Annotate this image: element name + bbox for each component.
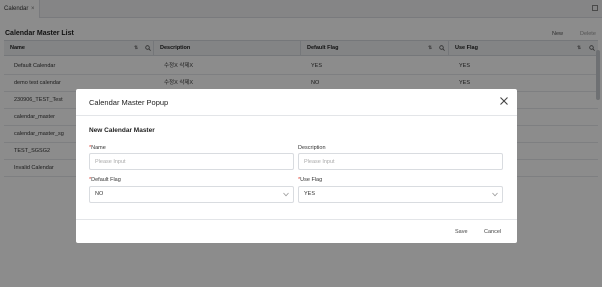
modal-title: Calendar Master Popup bbox=[89, 98, 169, 107]
cancel-button[interactable]: Cancel bbox=[484, 229, 501, 235]
default-flag-select[interactable]: NO bbox=[89, 186, 294, 203]
default-flag-label: *Default Flag bbox=[89, 177, 121, 183]
name-label: *Name bbox=[89, 145, 106, 151]
default-flag-label-text: Default Flag bbox=[91, 177, 121, 183]
modal-footer: Save Cancel bbox=[76, 219, 517, 243]
close-icon[interactable] bbox=[499, 96, 509, 106]
description-input[interactable] bbox=[298, 153, 503, 170]
name-label-text: Name bbox=[91, 145, 106, 151]
modal-header: Calendar Master Popup bbox=[76, 89, 517, 116]
calendar-master-popup: Calendar Master Popup New Calendar Maste… bbox=[76, 89, 517, 243]
name-input[interactable] bbox=[89, 153, 294, 170]
section-title: New Calendar Master bbox=[89, 127, 155, 134]
chevron-down-icon bbox=[492, 192, 498, 197]
save-button[interactable]: Save bbox=[455, 229, 468, 235]
use-flag-label: *Use Flag bbox=[298, 177, 322, 183]
use-flag-value: YES bbox=[304, 191, 316, 197]
use-flag-select[interactable]: YES bbox=[298, 186, 503, 203]
chevron-down-icon bbox=[283, 192, 289, 197]
description-label: Description bbox=[298, 145, 326, 151]
default-flag-value: NO bbox=[95, 191, 104, 197]
use-flag-label-text: Use Flag bbox=[300, 177, 323, 183]
